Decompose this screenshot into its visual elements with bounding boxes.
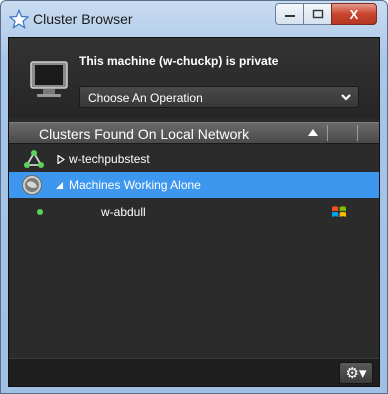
bottom-toolbar: ⚙▾ bbox=[9, 358, 379, 386]
list-item-machines-alone[interactable]: Machines Working Alone bbox=[9, 172, 379, 198]
close-button[interactable]: X bbox=[331, 3, 377, 25]
list-item-machine[interactable]: w-abdull bbox=[9, 200, 379, 224]
monitor-icon bbox=[30, 61, 68, 97]
title-bar[interactable]: Cluster Browser X bbox=[1, 1, 387, 37]
maximize-button[interactable] bbox=[303, 3, 331, 25]
settings-menu-button[interactable]: ⚙▾ bbox=[339, 362, 373, 384]
expand-arrow-icon[interactable] bbox=[57, 155, 65, 164]
cluster-browser-window: Cluster Browser X This machine (w-chuckp… bbox=[0, 0, 388, 394]
windows-logo-icon bbox=[332, 206, 346, 217]
header-divider[interactable] bbox=[327, 125, 328, 141]
gear-icon: ⚙▾ bbox=[345, 365, 367, 382]
machine-info: This machine (w-chuckp) is private Choos… bbox=[9, 38, 379, 118]
cluster-panel: This machine (w-chuckp) is private Choos… bbox=[8, 37, 380, 387]
globe-icon bbox=[22, 175, 42, 195]
minimize-icon bbox=[284, 15, 295, 17]
list-item-label: Machines Working Alone bbox=[69, 178, 201, 192]
chevron-down-icon[interactable] bbox=[334, 87, 358, 107]
window-title: Cluster Browser bbox=[33, 11, 133, 27]
window-controls: X bbox=[275, 3, 377, 25]
star-icon bbox=[9, 9, 29, 29]
list-item-label: w-abdull bbox=[101, 205, 146, 219]
online-status-icon bbox=[37, 209, 43, 215]
minimize-button[interactable] bbox=[275, 3, 303, 25]
maximize-icon bbox=[312, 9, 323, 19]
operation-select[interactable]: Choose An Operation bbox=[79, 86, 359, 108]
machine-status-text: This machine (w-chuckp) is private bbox=[79, 54, 279, 68]
collapse-arrow-icon[interactable] bbox=[55, 181, 64, 190]
cluster-network-icon bbox=[24, 150, 44, 168]
operation-select-value: Choose An Operation bbox=[88, 91, 203, 105]
close-icon: X bbox=[349, 6, 359, 22]
list-item-label: w-techpubstest bbox=[69, 152, 150, 166]
cluster-list-header[interactable]: Clusters Found On Local Network bbox=[9, 122, 379, 144]
list-item-cluster[interactable]: w-techpubstest bbox=[9, 147, 379, 171]
sort-ascending-icon[interactable] bbox=[307, 127, 319, 139]
header-divider[interactable] bbox=[357, 125, 358, 141]
cluster-list-header-label: Clusters Found On Local Network bbox=[39, 126, 250, 142]
